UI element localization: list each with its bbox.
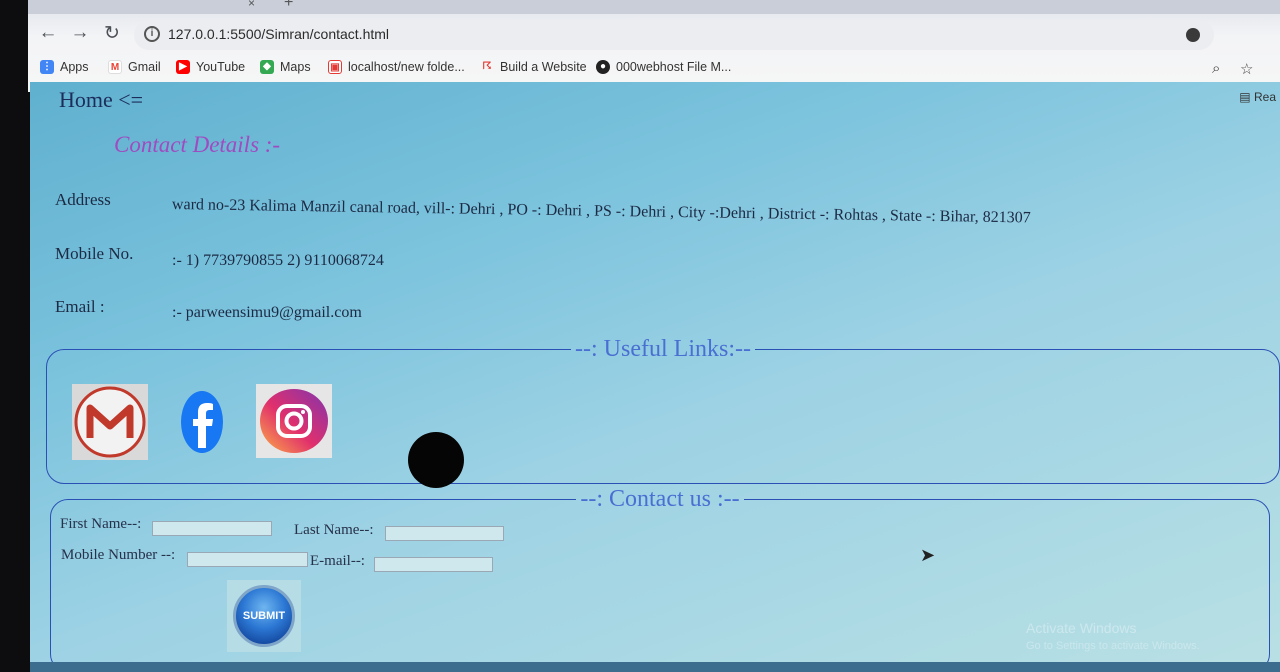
reload-icon[interactable]: ↻ [100, 22, 124, 45]
page-content: Home <= ▤ Rea Contact Details :- Address… [30, 82, 1280, 672]
submit-wrapper: SUBMIT [227, 580, 301, 652]
gmail-link[interactable] [72, 384, 148, 460]
bookmark-000webhost[interactable]: ● 000webhost File M... [596, 60, 731, 74]
reading-list-label: Rea [1253, 90, 1276, 104]
address-value: ward no-23 Kalima Manzil canal road, vil… [171, 196, 1031, 227]
contact-us-legend: --: Contact us :-- [580, 486, 740, 512]
bookmark-localhost[interactable]: ▣ localhost/new folde... [328, 60, 465, 74]
bookmark-label: Maps [280, 60, 311, 74]
url-text[interactable]: 127.0.0.1:5500/Simran/contact.html [168, 26, 389, 42]
submit-button[interactable]: SUBMIT [233, 585, 295, 647]
home-link[interactable]: Home <= [59, 87, 143, 113]
bookmark-gmail[interactable]: M Gmail [108, 60, 161, 74]
extension-icon[interactable] [1186, 28, 1200, 42]
mouse-cursor-icon: ➤ [920, 545, 936, 565]
bookmark-maps[interactable]: ◆ Maps [260, 60, 311, 74]
apps-grid-icon: ⋮ [40, 60, 54, 74]
browser-chrome: × + ← → ↻ i 127.0.0.1:5500/Simran/contac… [28, 0, 1280, 92]
contact-details-title: Contact Details :- [114, 132, 281, 157]
first-name-label: First Name--: [60, 516, 142, 532]
instagram-icon [260, 389, 328, 453]
tab-strip: × + [28, 0, 1280, 14]
mobile-value: :- 1) 7739790855 2) 9110068724 [172, 252, 384, 269]
forward-icon[interactable]: → [68, 22, 92, 44]
gmail-icon: M [108, 60, 122, 74]
facebook-link[interactable] [178, 384, 226, 460]
first-name-input[interactable] [152, 521, 272, 536]
back-icon[interactable]: ← [36, 22, 60, 44]
black-dot [408, 432, 464, 488]
email-input-label: E-mail--: [310, 553, 365, 569]
bookmark-label: localhost/new folde... [348, 60, 465, 74]
zoom-icon[interactable]: ⌕ [1212, 60, 1220, 77]
bookmark-apps[interactable]: ⋮ Apps [40, 60, 89, 74]
activate-windows-watermark: Activate Windows [1026, 620, 1137, 636]
reading-list-icon: ▤ [1239, 90, 1251, 104]
last-name-label: Last Name--: [294, 522, 374, 538]
bookmark-label: Gmail [128, 60, 161, 74]
maps-icon: ◆ [260, 60, 274, 74]
instagram-link[interactable] [256, 384, 332, 458]
email-value: :- parweensimu9@gmail.com [172, 304, 362, 321]
email-input[interactable] [374, 557, 493, 572]
gmail-icon [74, 386, 146, 458]
new-tab-icon[interactable]: + [284, 0, 293, 12]
tab-close-icon[interactable]: × [248, 0, 255, 10]
site-info-icon[interactable]: i [144, 26, 160, 42]
bookmark-label: Build a Website [500, 60, 587, 74]
build-website-icon: ☈ [482, 61, 492, 72]
bookmark-label: 000webhost File M... [616, 60, 732, 74]
last-name-input[interactable] [385, 526, 504, 541]
useful-links-box: --: Useful Links:-- [46, 336, 1280, 484]
reading-list[interactable]: ▤ Rea [1239, 90, 1276, 104]
mobile-number-label: Mobile Number --: [61, 547, 176, 563]
bookmark-youtube[interactable]: ▶ YouTube [176, 60, 245, 74]
browser-toolbar: ← → ↻ i 127.0.0.1:5500/Simran/contact.ht… [28, 18, 1280, 52]
mobile-label: Mobile No. [55, 244, 134, 263]
taskbar-strip [30, 662, 1280, 672]
mobile-number-input[interactable] [187, 552, 308, 567]
address-label: Address [55, 190, 111, 209]
email-label: Email : [55, 297, 105, 316]
facebook-icon [181, 391, 223, 453]
youtube-icon: ▶ [176, 60, 190, 74]
address-bar[interactable]: i 127.0.0.1:5500/Simran/contact.html [134, 20, 1214, 50]
localhost-icon: ▣ [328, 60, 342, 74]
bookmark-build-website[interactable]: ☈ Build a Website [480, 60, 587, 74]
webhost-icon: ● [596, 60, 610, 74]
bookmark-label: YouTube [196, 60, 246, 74]
bookmark-label: Apps [60, 60, 89, 74]
bookmarks-bar: ⋮ Apps M Gmail ▶ YouTube ◆ Maps ▣ localh… [28, 52, 1280, 84]
star-icon[interactable]: ☆ [1240, 60, 1253, 78]
activate-windows-subtitle: Go to Settings to activate Windows. [1026, 640, 1200, 652]
useful-links-legend: --: Useful Links:-- [575, 336, 751, 362]
